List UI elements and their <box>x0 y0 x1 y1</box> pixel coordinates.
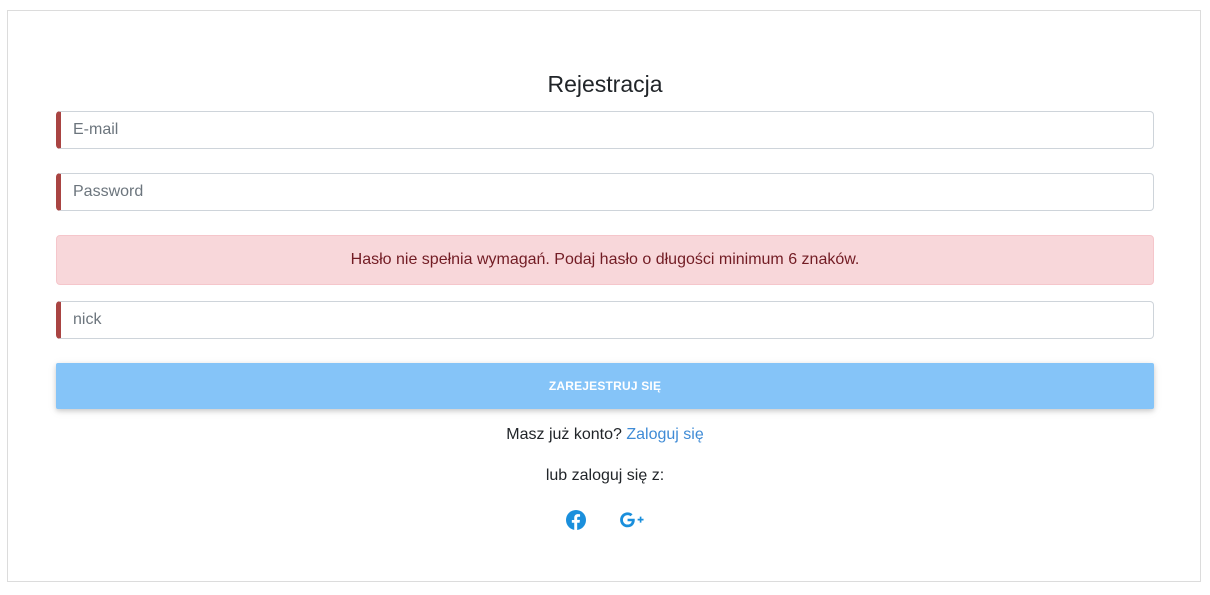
password-field[interactable] <box>56 173 1154 211</box>
page-title: Rejestracja <box>547 71 663 97</box>
login-prompt-text: Masz już konto? <box>506 426 622 443</box>
registration-card: Rejestracja Hasło nie spełnia wymagań. P… <box>7 10 1201 582</box>
alternative-login-label: lub zaloguj się z: <box>545 467 665 484</box>
register-button[interactable]: ZAREJESTRUJ SIĘ <box>56 363 1154 409</box>
login-link[interactable]: Zaloguj się <box>626 426 703 443</box>
login-prompt-row: Masz już konto? Zaloguj się <box>8 426 1202 444</box>
nick-field[interactable] <box>56 301 1154 339</box>
google-plus-login-button[interactable] <box>620 508 644 532</box>
password-error-alert: Hasło nie spełnia wymagań. Podaj hasło o… <box>56 235 1154 285</box>
facebook-icon <box>566 510 586 530</box>
facebook-login-button[interactable] <box>564 508 588 532</box>
google-plus-icon <box>620 512 644 528</box>
email-field[interactable] <box>56 111 1154 149</box>
